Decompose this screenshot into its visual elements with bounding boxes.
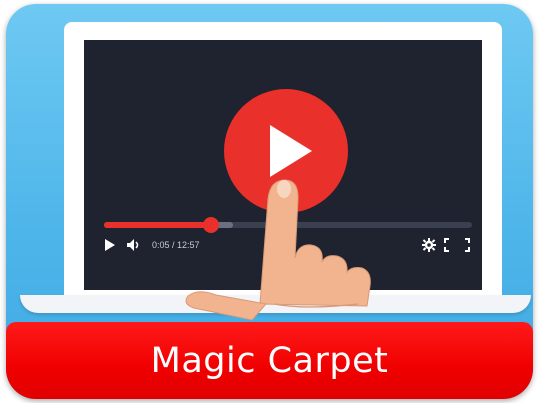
- video-tile[interactable]: 0:05 / 12:57 Magic Carpet: [6, 4, 533, 399]
- app-title: Magic Carpet: [150, 340, 389, 381]
- pointing-hand-icon: [185, 179, 371, 321]
- title-banner: Magic Carpet: [6, 322, 533, 399]
